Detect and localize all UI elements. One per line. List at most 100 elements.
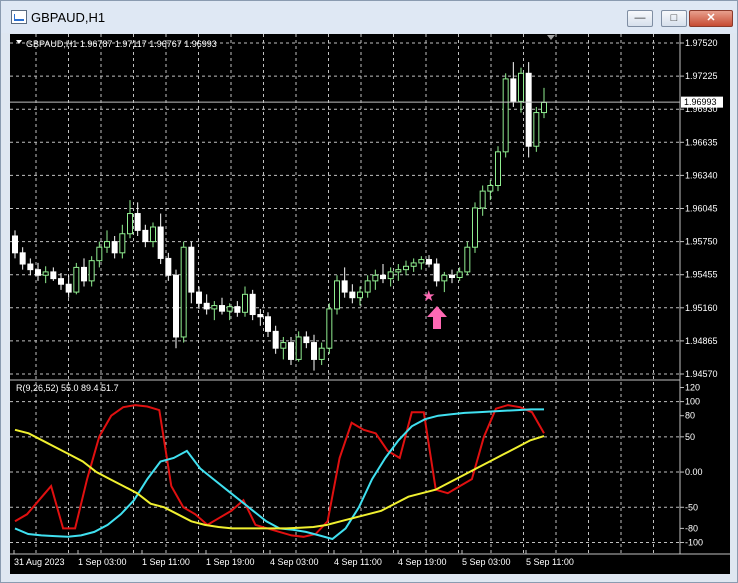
price-label: 1.97225 xyxy=(685,71,718,81)
candle-bear xyxy=(173,274,179,338)
time-label: 31 Aug 2023 xyxy=(14,557,65,567)
candle-bear xyxy=(27,263,34,271)
candle-bear xyxy=(12,235,18,254)
candle-bear xyxy=(449,274,455,279)
candle-bear xyxy=(311,342,317,360)
candle-bear xyxy=(188,246,195,293)
indicator-label: 50 xyxy=(685,432,695,442)
minimize-button[interactable]: — xyxy=(627,10,653,27)
price-label: 1.94570 xyxy=(685,369,718,379)
candle-bear xyxy=(203,302,210,310)
chart-area[interactable]: 1.97520 1.97225 1.96930 1.96635 1.96340 1.960… xyxy=(10,34,730,574)
candle-bear xyxy=(234,306,241,313)
indicator-label: -50 xyxy=(685,502,698,512)
candle-bear xyxy=(257,314,264,318)
time-label: 5 Sep 11:00 xyxy=(526,557,574,567)
price-label: 1.95750 xyxy=(685,237,718,247)
candle-bull xyxy=(127,213,133,235)
candle-bull xyxy=(242,293,248,313)
price-label: 1.94865 xyxy=(685,336,718,346)
candle-bull xyxy=(533,112,540,147)
title-bar[interactable]: GBPAUD,H1 — □ ✕ xyxy=(1,1,737,33)
candle-bear xyxy=(58,278,64,285)
price-label: 1.95160 xyxy=(685,303,718,313)
time-label: 1 Sep 11:00 xyxy=(142,557,190,567)
chart-window: GBPAUD,H1 — □ ✕ 1.97520 1.97225 1.96930 1.9… xyxy=(0,0,738,583)
candle-bull xyxy=(518,72,524,102)
candle-bull xyxy=(364,280,371,293)
candle-bull xyxy=(418,259,425,264)
candle-bear xyxy=(272,330,279,349)
candle-bear xyxy=(510,78,517,102)
candle-bull xyxy=(119,233,126,254)
up-arrow-marker-icon xyxy=(427,306,447,329)
candle-bull xyxy=(104,241,110,248)
candle-bull xyxy=(403,265,409,271)
maximize-button[interactable]: □ xyxy=(661,10,687,27)
candle-bull xyxy=(541,101,547,114)
candle-bull xyxy=(96,246,103,262)
chart-canvas[interactable]: 1.975201.972251.969301.966351.963401.960… xyxy=(10,34,730,574)
indicator-info: R(9,26,52) 55.0 89.4 51.7 xyxy=(16,383,119,393)
candle-bull xyxy=(180,246,187,338)
candle-bear xyxy=(196,291,202,304)
time-label: 5 Sep 03:00 xyxy=(462,557,511,567)
candle-bear xyxy=(288,342,294,360)
candle-bull xyxy=(456,271,463,279)
price-label: 1.96340 xyxy=(685,170,718,180)
candle-bear xyxy=(380,274,386,280)
price-label: 1.96635 xyxy=(685,137,718,147)
candle-bull xyxy=(464,246,471,273)
candle-bull xyxy=(150,226,156,243)
candle-bull xyxy=(472,207,478,248)
candle-bull xyxy=(395,269,402,273)
chart-header-info: GBPAUD,H1 1.96787 1.97117 1.96767 1.9699… xyxy=(26,39,217,49)
candle-bear xyxy=(111,241,118,254)
candle-bull xyxy=(295,336,302,360)
candle-bull xyxy=(502,78,509,153)
candle-bull xyxy=(495,151,501,186)
chart-app-icon xyxy=(11,10,27,24)
candle-bear xyxy=(219,305,225,312)
close-icon: ✕ xyxy=(706,12,716,24)
candle-bull xyxy=(88,260,95,282)
indicator-line-3 xyxy=(14,428,545,530)
candle-bull xyxy=(211,305,218,310)
candle-bear xyxy=(134,213,141,231)
indicator-label: -80 xyxy=(685,523,698,533)
candle-bull xyxy=(357,291,363,299)
price-label: 1.95455 xyxy=(685,270,718,280)
indicator-label: -100 xyxy=(685,537,703,547)
candle-bull xyxy=(73,266,80,293)
time-label: 1 Sep 19:00 xyxy=(206,557,255,567)
candle-bull xyxy=(479,190,486,209)
candle-bear xyxy=(426,259,432,265)
close-button[interactable]: ✕ xyxy=(689,10,733,27)
star-marker-icon: ★ xyxy=(422,288,435,305)
indicator-label: 0.00 xyxy=(685,467,703,477)
window-title: GBPAUD,H1 xyxy=(31,10,106,25)
shift-marker-icon[interactable] xyxy=(547,35,555,40)
candle-bear xyxy=(303,336,310,344)
time-label: 4 Sep 03:00 xyxy=(270,557,319,567)
candle-bull xyxy=(387,271,394,280)
candle-bear xyxy=(142,229,149,243)
candle-bull xyxy=(410,262,417,267)
indicator-label: 80 xyxy=(685,411,695,421)
candle-bull xyxy=(280,342,287,349)
candle-bull xyxy=(326,308,333,349)
time-label: 4 Sep 11:00 xyxy=(334,557,382,567)
time-label: 4 Sep 19:00 xyxy=(398,557,447,567)
candle-bear xyxy=(165,257,172,276)
minimize-icon: — xyxy=(634,12,646,24)
candle-bear xyxy=(50,271,57,280)
maximize-icon: □ xyxy=(670,12,678,24)
candle-bear xyxy=(65,283,72,293)
candle-bear xyxy=(265,316,271,332)
candle-bull xyxy=(441,274,448,282)
indicator-label: 100 xyxy=(685,397,700,407)
candle-bull xyxy=(42,271,49,276)
candle-bear xyxy=(157,226,164,259)
candle-bear xyxy=(81,266,87,282)
candle-bull xyxy=(334,280,340,310)
